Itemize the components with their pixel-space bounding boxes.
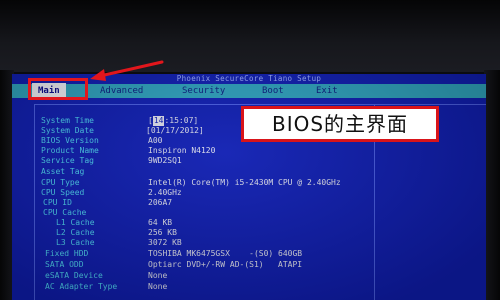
field-value-esata-device: None — [148, 271, 168, 280]
field-label-ac-adapter-type: AC Adapter Type — [45, 282, 118, 291]
field-value-system-time[interactable]: [14:15:07] — [148, 116, 198, 126]
field-label-product-name: Product Name — [41, 146, 99, 155]
field-value-product-name: Inspiron N4120 — [148, 146, 216, 155]
field-value-cpu-speed: 2.40GHz — [148, 188, 182, 197]
main-tab-highlight — [28, 78, 88, 100]
field-label-esata-device: eSATA Device — [45, 271, 103, 280]
tab-advanced[interactable]: Advanced — [100, 84, 143, 98]
field-value-cpu-id: 206A7 — [148, 198, 173, 207]
field-label-bios-version: BIOS Version — [41, 136, 99, 145]
field-label-cpu-id: CPU ID — [43, 198, 72, 207]
field-label-cpu-cache: CPU Cache — [43, 208, 87, 217]
field-value-l1-cache: 64 KB — [148, 218, 173, 227]
tab-exit[interactable]: Exit — [316, 84, 338, 98]
time-cursor[interactable]: 14 — [152, 116, 165, 126]
field-value-cpu-type: Intel(R) Core(TM) i5-2430M CPU @ 2.40GHz — [148, 178, 341, 187]
field-value-service-tag: 9WD2SQ1 — [148, 156, 182, 165]
field-label-sata-odd: SATA ODD — [45, 260, 84, 269]
field-value-l2-cache: 256 KB — [148, 228, 177, 237]
field-value-ac-adapter-type: None — [148, 282, 168, 291]
tab-boot[interactable]: Boot — [262, 84, 284, 98]
caption-annotation: BIOS的主界面 — [241, 106, 439, 142]
field-value-bios-version: A00 — [148, 136, 163, 145]
field-label-system-date: System Date — [41, 126, 94, 135]
field-value-sata-odd: Optiarc DVD+/-RW AD-(S1) ATAPI — [148, 260, 303, 269]
field-value-system-date[interactable]: [01/17/2012] — [146, 126, 204, 136]
field-label-l1-cache: L1 Cache — [56, 218, 95, 227]
field-label-cpu-speed: CPU Speed — [41, 188, 85, 197]
monitor-bezel-right — [484, 70, 500, 300]
field-label-service-tag: Service Tag — [41, 156, 94, 165]
field-label-asset-tag: Asset Tag — [41, 167, 85, 176]
field-label-l2-cache: L2 Cache — [56, 228, 95, 237]
monitor-bezel-top — [0, 0, 500, 72]
field-label-cpu-type: CPU Type — [41, 178, 80, 187]
field-label-fixed-hdd: Fixed HDD — [45, 249, 89, 258]
field-label-system-time: System Time — [41, 116, 94, 125]
field-label-l3-cache: L3 Cache — [56, 238, 95, 247]
tab-security[interactable]: Security — [182, 84, 225, 98]
field-value-fixed-hdd: TOSHIBA MK6475GSX -(S0) 640GB — [148, 249, 303, 258]
field-value-l3-cache: 3072 KB — [148, 238, 182, 247]
